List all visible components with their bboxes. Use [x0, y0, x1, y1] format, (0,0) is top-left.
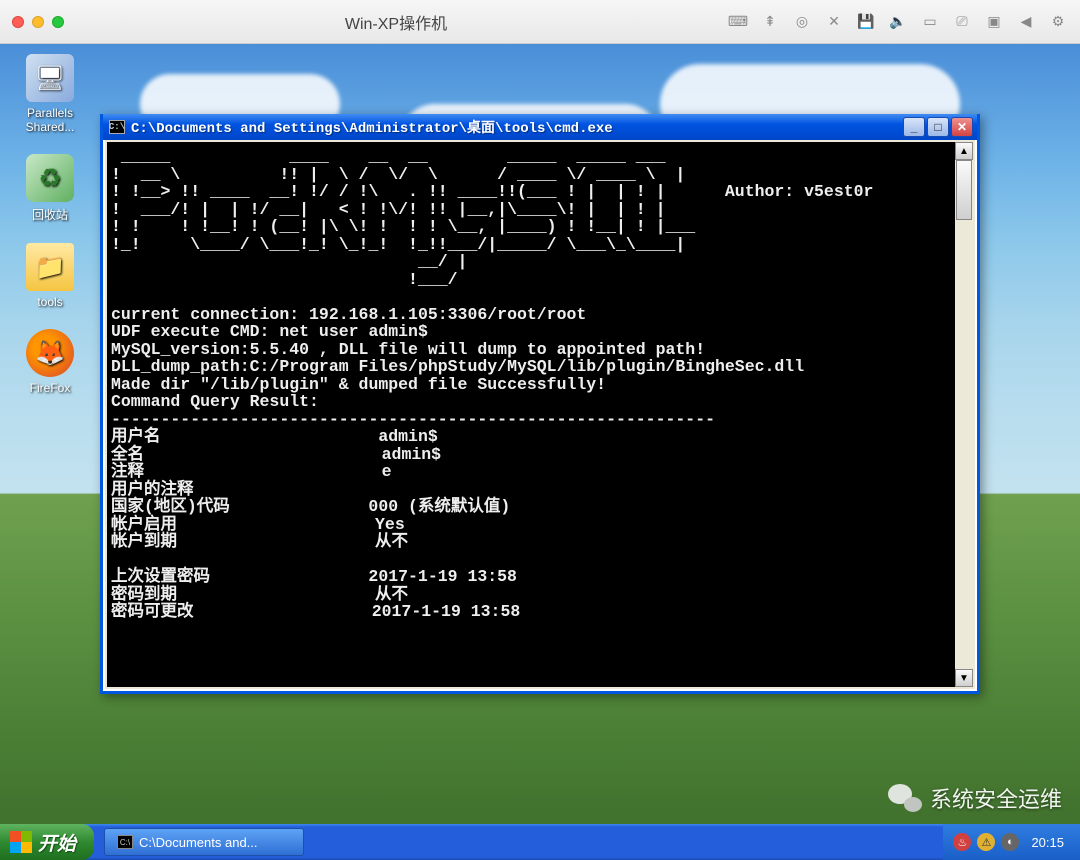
minimize-icon[interactable] [32, 16, 44, 28]
cmd-titlebar[interactable]: C:\ C:\Documents and Settings\Administra… [103, 114, 977, 140]
desktop-icon-tools-folder[interactable]: 📁 tools [10, 243, 90, 309]
scroll-up-button[interactable]: ▲ [955, 142, 973, 160]
usb-icon[interactable]: ⇞ [760, 12, 780, 32]
scroll-down-button[interactable]: ▼ [955, 669, 973, 687]
vm-toolbar: ⌨ ⇞ ◎ ✕ 💾 🔈 ▭ ⎚ ▣ ◀ ⚙ [728, 12, 1068, 32]
cmd-icon: C:\ [117, 835, 133, 849]
computer-icon: 🖥 [26, 54, 74, 102]
gear-icon[interactable]: ⚙ [1048, 12, 1068, 32]
sound-icon[interactable]: 🔈 [888, 12, 908, 32]
close-button[interactable]: ✕ [951, 117, 973, 137]
tray-icon-app[interactable]: ◐ [1001, 833, 1019, 851]
taskbar: 开始 C:\ C:\Documents and... ♨ ⚠ ◐ 20:15 [0, 824, 1080, 860]
scroll-track[interactable] [955, 160, 973, 669]
tray-icon-java[interactable]: ♨ [953, 833, 971, 851]
cmd-icon: C:\ [109, 120, 125, 134]
floppy-icon[interactable]: 💾 [856, 12, 876, 32]
desktop-icon-recycle-bin[interactable]: 回收站 [10, 154, 90, 223]
tray-icon-shield[interactable]: ⚠ [977, 833, 995, 851]
desktop-icon-parallels-shared[interactable]: 🖥 Parallels Shared... [10, 54, 90, 134]
vm-window-controls [12, 16, 64, 28]
start-button-label: 开始 [38, 829, 76, 856]
wechat-icon [888, 784, 922, 812]
vm-title: Win-XP操作机 [64, 10, 728, 34]
taskbar-item-label: C:\Documents and... [139, 835, 258, 850]
cmd-scrollbar: ▲ ▼ [955, 142, 973, 687]
disc-icon[interactable]: ◎ [792, 12, 812, 32]
cmd-output[interactable]: _____ ____ __ __ _____ _____ ___ ! __ \ … [107, 142, 955, 687]
scroll-thumb[interactable] [956, 160, 972, 220]
back-icon[interactable]: ◀ [1016, 12, 1036, 32]
start-button[interactable]: 开始 [0, 824, 94, 860]
desktop-icons: 🖥 Parallels Shared... 回收站 📁 tools 🦊 Fire… [10, 54, 90, 395]
camera-icon[interactable]: ⎚ [952, 12, 972, 32]
xp-desktop[interactable]: 🖥 Parallels Shared... 回收站 📁 tools 🦊 Fire… [0, 44, 1080, 860]
vm-titlebar: Win-XP操作机 ⌨ ⇞ ◎ ✕ 💾 🔈 ▭ ⎚ ▣ ◀ ⚙ [0, 0, 1080, 44]
desktop-icon-label: FireFox [10, 381, 90, 395]
cmd-title-text: C:\Documents and Settings\Administrator\… [131, 117, 903, 137]
desktop-icon-label: 回收站 [10, 206, 90, 223]
desktop-icon-label: Parallels Shared... [10, 106, 90, 134]
taskbar-clock[interactable]: 20:15 [1025, 835, 1070, 850]
cmd-client-area: _____ ____ __ __ _____ _____ ___ ! __ \ … [105, 140, 975, 689]
watermark: 系统安全运维 [888, 782, 1062, 814]
taskbar-spacer [308, 824, 943, 860]
desktop-icon-firefox[interactable]: 🦊 FireFox [10, 329, 90, 395]
desktop-icon-label: tools [10, 295, 90, 309]
system-tray: ♨ ⚠ ◐ 20:15 [943, 824, 1080, 860]
device-icon[interactable]: ▭ [920, 12, 940, 32]
cmd-window[interactable]: C:\ C:\Documents and Settings\Administra… [100, 114, 980, 694]
display-icon[interactable]: ▣ [984, 12, 1004, 32]
taskbar-item-cmd[interactable]: C:\ C:\Documents and... [104, 828, 304, 856]
close-icon[interactable] [12, 16, 24, 28]
network-icon[interactable]: ✕ [824, 12, 844, 32]
watermark-text: 系统安全运维 [930, 782, 1062, 814]
maximize-button[interactable]: □ [927, 117, 949, 137]
recycle-icon [26, 154, 74, 202]
cmd-body: _____ ____ __ __ _____ _____ ___ ! __ \ … [107, 142, 973, 687]
windows-flag-icon [10, 831, 32, 853]
minimize-button[interactable]: _ [903, 117, 925, 137]
keyboard-icon[interactable]: ⌨ [728, 12, 748, 32]
cmd-window-controls: _ □ ✕ [903, 117, 973, 137]
firefox-icon: 🦊 [26, 329, 74, 377]
folder-icon: 📁 [26, 243, 74, 291]
zoom-icon[interactable] [52, 16, 64, 28]
